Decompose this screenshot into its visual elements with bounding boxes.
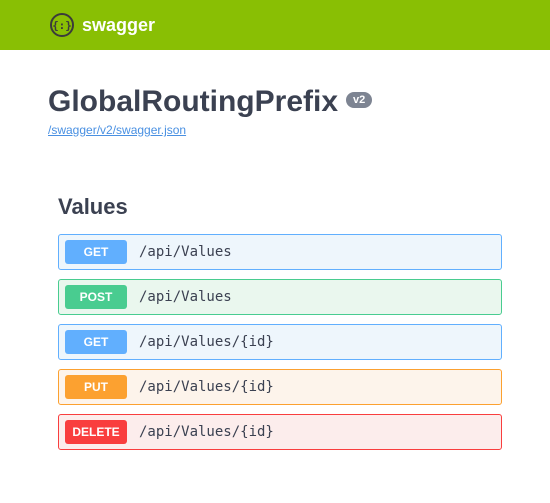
operation-path: /api/Values/{id} (127, 424, 274, 440)
operations-list: GET/api/ValuesPOST/api/ValuesGET/api/Val… (58, 234, 502, 450)
http-method-badge: PUT (65, 375, 127, 399)
operation-row[interactable]: GET/api/Values/{id} (58, 324, 502, 360)
api-version-badge: v2 (346, 92, 372, 108)
operation-row[interactable]: DELETE/api/Values/{id} (58, 414, 502, 450)
operation-row[interactable]: GET/api/Values (58, 234, 502, 270)
api-title: GlobalRoutingPrefix (48, 85, 338, 119)
operation-row[interactable]: PUT/api/Values/{id} (58, 369, 502, 405)
http-method-badge: GET (65, 330, 127, 354)
http-method-badge: POST (65, 285, 127, 309)
api-title-row: GlobalRoutingPrefix v2 (48, 85, 502, 119)
tag-section: Values GET/api/ValuesPOST/api/ValuesGET/… (48, 194, 502, 450)
swagger-logo[interactable]: {:} swagger (50, 13, 155, 37)
operation-path: /api/Values/{id} (127, 379, 274, 395)
http-method-badge: GET (65, 240, 127, 264)
operation-path: /api/Values/{id} (127, 334, 274, 350)
http-method-badge: DELETE (65, 420, 127, 444)
operation-row[interactable]: POST/api/Values (58, 279, 502, 315)
operation-path: /api/Values (127, 289, 232, 305)
spec-link[interactable]: /swagger/v2/swagger.json (48, 123, 186, 137)
swagger-logo-icon: {:} (50, 13, 74, 37)
swagger-logo-text: swagger (82, 15, 155, 36)
tag-name[interactable]: Values (58, 194, 502, 220)
content: GlobalRoutingPrefix v2 /swagger/v2/swagg… (0, 50, 550, 450)
operation-path: /api/Values (127, 244, 232, 260)
topbar: {:} swagger (0, 0, 550, 50)
